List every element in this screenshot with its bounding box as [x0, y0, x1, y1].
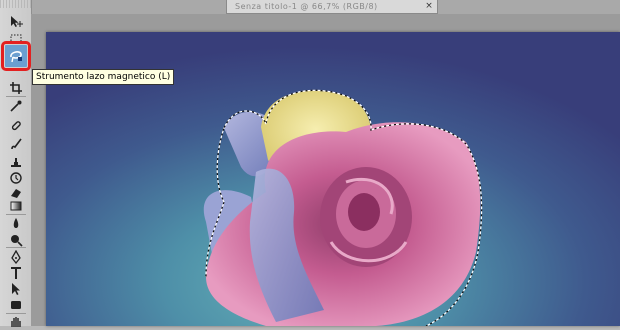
blur-icon[interactable] [6, 215, 26, 231]
document-tab-title: Senza titolo-1 @ 66,7% (RGB/8) [235, 2, 378, 11]
toolbar-separator [6, 247, 26, 248]
tool-tooltip: Strumento lazo magnetico (L) [32, 69, 175, 85]
crop-icon[interactable] [6, 80, 26, 96]
tools-panel [0, 0, 32, 327]
close-icon[interactable]: × [424, 1, 434, 11]
move-icon[interactable] [6, 14, 26, 30]
history-brush-icon[interactable] [6, 170, 26, 186]
toolbar-separator [6, 96, 26, 97]
document-tab-bar: Senza titolo-1 @ 66,7% (RGB/8) × [31, 0, 620, 14]
gradient-icon[interactable] [6, 198, 26, 214]
magnetic-lasso-icon[interactable] [1, 41, 31, 71]
dodge-icon[interactable] [6, 232, 26, 248]
hand-icon[interactable] [6, 314, 26, 330]
path-selection-icon[interactable] [6, 281, 26, 297]
rectangle-icon[interactable] [6, 297, 26, 313]
toolbar-grip[interactable] [0, 0, 31, 8]
brush-icon[interactable] [6, 136, 26, 152]
healing-brush-icon[interactable] [6, 118, 26, 134]
clone-stamp-icon[interactable] [6, 154, 26, 170]
type-icon[interactable] [6, 265, 26, 281]
eyedropper-icon[interactable] [6, 98, 26, 114]
workspace [31, 14, 620, 326]
pen-icon[interactable] [6, 249, 26, 265]
document-tab[interactable]: Senza titolo-1 @ 66,7% (RGB/8) × [226, 0, 438, 14]
